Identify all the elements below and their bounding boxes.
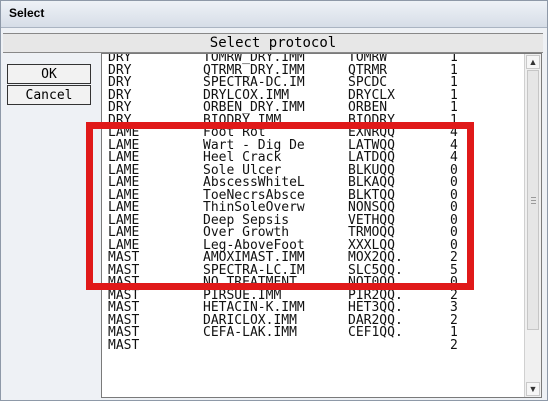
list-row[interactable]: MAST NO TREATMENT NOT0QQ. 0 [105,276,525,290]
list-row[interactable]: DRY TOMRW_DRY.IMM TOMRW 1 [105,54,525,65]
list-row[interactable]: LAME Wart - Dig De LATWQQ 4 [105,139,525,153]
list-row[interactable]: DRY DRYLCOX.IMM DRYCLX 1 [105,89,525,103]
protocol-rows: DRY TOMRW_DRY.IMM TOMRW 1 DRY QTRMR_DRY.IMM QT… [105,54,525,353]
list-row[interactable]: MAST DARICLOX.IMM DAR2QQ. 2 [105,314,525,328]
title-bar[interactable]: Select [1,1,547,28]
list-row[interactable]: MAST CEFA-LAK.IMM CEF1QQ. 1 [105,325,525,340]
list-row[interactable]: LAME Sole Ulcer BLKUQQ 0 [105,164,525,178]
ok-button[interactable]: OK [7,64,91,84]
list-row[interactable]: MAST AMOXIMAST.IMM MOX2QQ. 2 [105,251,525,265]
list-row[interactable]: LAME Foot Rot EXNRQQ 4 [105,126,525,140]
window-title: Select [9,6,45,20]
row-category: MAST [108,337,140,353]
list-row[interactable]: DRY ORBEN_DRY.IMM ORBEN 1 [105,101,525,115]
list-row[interactable]: LAME Over Growth TRMOQQ 0 [105,226,525,240]
select-dialog: Select Select protocol OK Cancel DRY TOMR… [0,0,548,401]
list-row[interactable]: DRY SPECTRA-DC.IM SPCDC 1 [105,76,525,90]
row-value: 2 [450,337,458,353]
list-row[interactable]: MAST SPECTRA-LC.IM SLC5QQ. 5 [105,264,525,278]
scroll-up-icon[interactable]: ▲ [526,55,540,69]
grip-icon [531,197,536,205]
list-row[interactable]: MAST 2 [105,337,525,353]
list-row[interactable]: MAST HETACIN-K.IMM HET3QQ. 3 [105,301,525,315]
list-row[interactable]: DRY QTRMR_DRY.IMM QTRMR 1 [105,64,525,78]
list-row[interactable]: LAME ToeNecrsAbsce BLKTQQ 0 [105,189,525,203]
scrollbar-thumb[interactable] [527,70,539,330]
vertical-scrollbar[interactable]: ▲ ▼ [524,54,541,397]
protocol-list[interactable]: DRY TOMRW_DRY.IMM TOMRW 1 DRY QTRMR_DRY.IMM QT… [101,53,542,398]
list-row[interactable]: LAME Heel Crack LATDQQ 4 [105,151,525,165]
list-row[interactable]: LAME Leg-AboveFoot XXXLQQ 0 [105,239,525,253]
panel-header: Select protocol [3,33,543,53]
scroll-down-icon[interactable]: ▼ [526,382,540,396]
list-row[interactable]: LAME Deep Sepsis VETHQQ 0 [105,214,525,228]
list-row[interactable]: LAME AbscessWhiteL BLKAQQ 0 [105,176,525,190]
cancel-button[interactable]: Cancel [7,85,91,105]
list-row[interactable]: DRY BIODRY.IMM BIODRY 1 [105,114,525,128]
row-protocol: CEFA-LAK.IMM [203,325,297,340]
list-row[interactable]: LAME ThinSoleOverw NONSQQ 0 [105,201,525,215]
row-code: CEF1QQ. [348,325,403,340]
list-row[interactable]: MAST PIRSUE.IMM PIR2QQ. 2 [105,289,525,303]
